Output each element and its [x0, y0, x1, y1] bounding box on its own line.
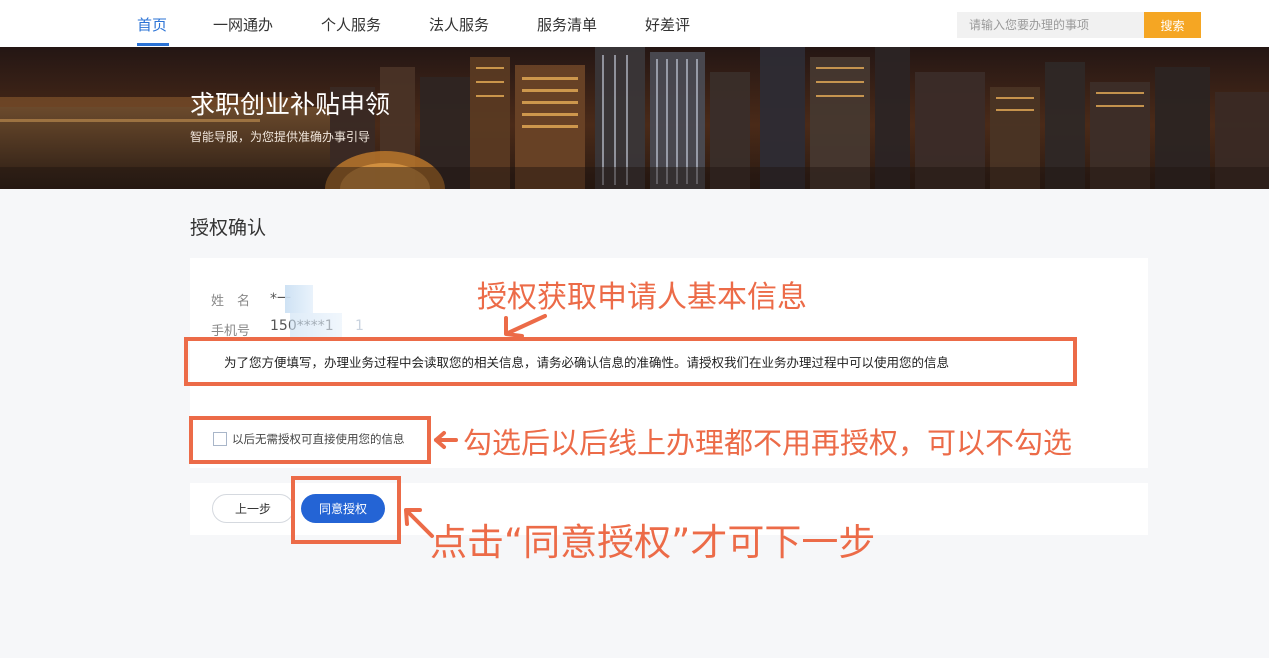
agree-authorize-button[interactable]: 同意授权 [301, 494, 385, 523]
name-privacy-mask [285, 285, 313, 313]
search-button[interactable]: 搜索 [1144, 12, 1201, 38]
previous-step-button[interactable]: 上一步 [212, 494, 294, 523]
phone-privacy-mask [290, 313, 342, 341]
search-input[interactable] [957, 12, 1144, 38]
nav-item-home[interactable]: 首页 [137, 14, 167, 35]
annotation-top: 授权获取申请人基本信息 [477, 280, 807, 315]
skip-authorization-label[interactable]: 以后无需授权可直接使用您的信息 [232, 431, 405, 447]
annotation-button: 点击“同意授权”才可下一步 [430, 521, 876, 564]
skip-authorization-checkbox[interactable] [213, 432, 227, 446]
nav-item-service-list[interactable]: 服务清单 [537, 14, 597, 35]
name-label: 姓 名 [211, 294, 251, 309]
banner-title: 求职创业补贴申领 [190, 90, 391, 119]
annotation-checkbox: 勾选后以后线上办理都不用再授权，可以不勾选 [463, 426, 1073, 460]
active-tab-indicator [137, 43, 169, 46]
phone-label: 手机号 [211, 324, 251, 339]
page-title: 授权确认 [190, 217, 267, 239]
authorization-notice: 为了您方便填写，办理业务过程中会读取您的相关信息，请务必确认信息的准确性。请授权… [224, 355, 950, 370]
nav-item-evaluation[interactable]: 好差评 [645, 14, 690, 35]
nav-item-personal-service[interactable]: 个人服务 [321, 14, 381, 35]
banner: 求职创业补贴申领 智能导服，为您提供准确办事引导 [0, 47, 1269, 189]
nav-item-one-stop-service[interactable]: 一网通办 [213, 14, 273, 35]
top-navigation-bar: 首页 一网通办 个人服务 法人服务 服务清单 好差评 搜索 [0, 0, 1269, 47]
phone-value-tail: 1 [355, 318, 364, 334]
banner-subtitle: 智能导服，为您提供准确办事引导 [190, 130, 371, 144]
nav-item-corporate-service[interactable]: 法人服务 [429, 14, 489, 35]
